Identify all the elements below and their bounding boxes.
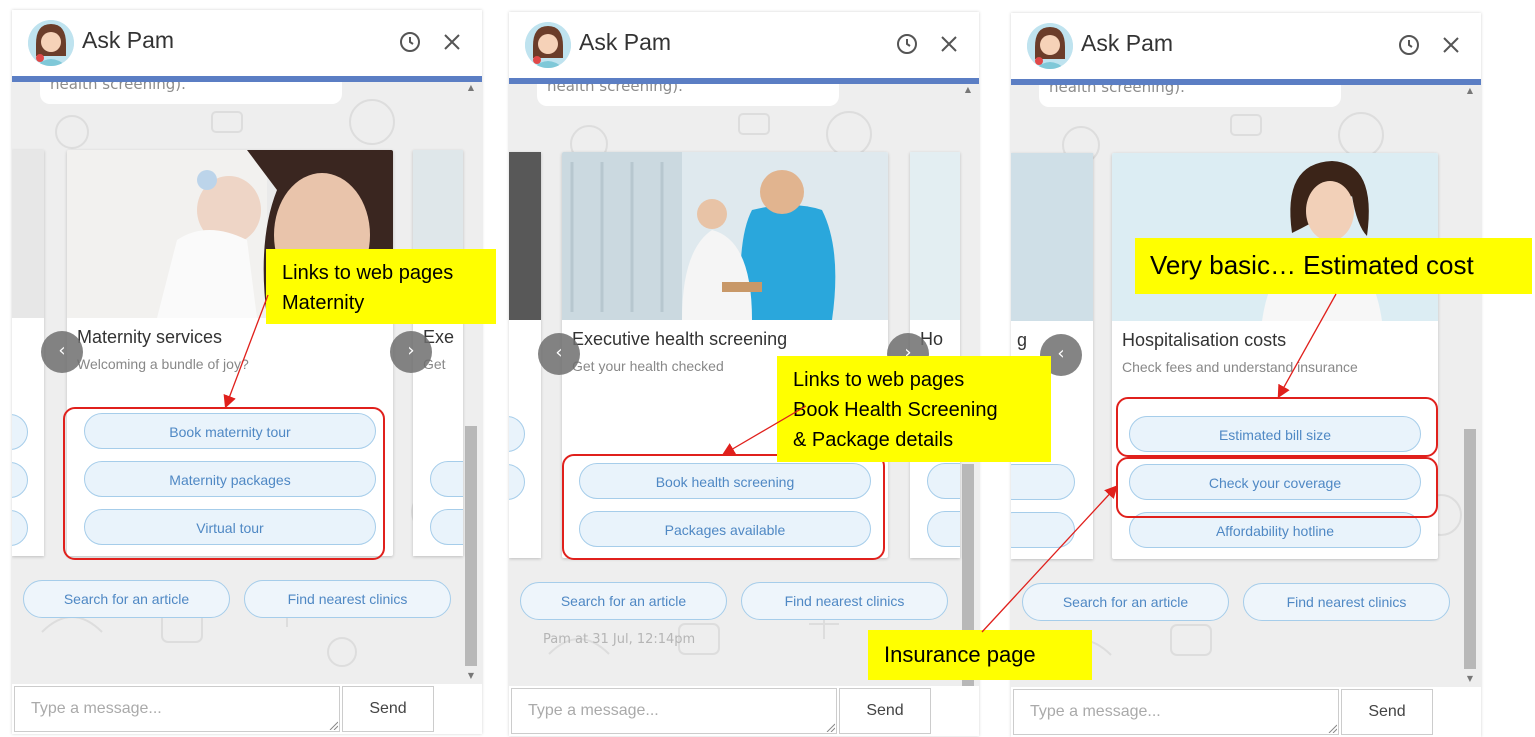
annotation-line: Very basic… Estimated cost bbox=[1150, 250, 1474, 280]
avatar bbox=[28, 20, 74, 66]
send-button[interactable]: Send bbox=[342, 686, 434, 732]
scroll-down-arrow[interactable]: ▼ bbox=[464, 670, 478, 682]
scroll-up-arrow[interactable]: ▲ bbox=[464, 82, 478, 94]
annotation-line: Book Health Screening bbox=[793, 399, 998, 421]
message-composer: Send bbox=[1011, 687, 1481, 737]
clock-icon[interactable] bbox=[895, 32, 919, 56]
scroll-up-arrow[interactable]: ▲ bbox=[961, 84, 975, 96]
highlight-box-estimated-bill bbox=[1116, 397, 1438, 457]
search-article-button[interactable]: Search for an article bbox=[23, 580, 230, 618]
card-subtitle: Welcoming a bundle of joy? bbox=[77, 356, 249, 372]
card-subtitle: Get your health checked bbox=[572, 358, 724, 374]
chat-panel-1: Ask Pam health screening). ▲ ▼ Maternity… bbox=[12, 10, 482, 734]
previous-card-button[interactable] bbox=[509, 416, 525, 452]
previous-card-button[interactable] bbox=[1011, 512, 1075, 548]
scrollbar[interactable]: ▲ ▼ bbox=[464, 82, 478, 682]
carousel-prev-button[interactable]: ‹ bbox=[538, 333, 580, 375]
resize-handle-icon[interactable] bbox=[825, 722, 835, 732]
next-card-button[interactable] bbox=[430, 509, 463, 545]
search-article-button[interactable]: Search for an article bbox=[520, 582, 727, 620]
previous-card bbox=[12, 150, 44, 556]
highlight-box-screening-buttons bbox=[562, 454, 885, 560]
previous-card-button[interactable] bbox=[12, 462, 28, 498]
annotation-estimated-cost: Very basic… Estimated cost bbox=[1135, 238, 1532, 294]
scrollbar[interactable]: ▲ ▼ bbox=[1463, 85, 1477, 685]
close-icon[interactable] bbox=[440, 30, 464, 54]
avatar bbox=[525, 22, 571, 68]
message-input[interactable] bbox=[511, 688, 837, 734]
chat-title: Ask Pam bbox=[579, 29, 672, 55]
chat-header: Ask Pam bbox=[509, 12, 979, 84]
avatar bbox=[1027, 23, 1073, 69]
find-clinics-button[interactable]: Find nearest clinics bbox=[1243, 583, 1450, 621]
chat-header: Ask Pam bbox=[1011, 13, 1481, 85]
message-composer: Send bbox=[12, 684, 482, 734]
annotation-line: & Package details bbox=[793, 429, 954, 451]
chat-panel-3: Ask Pam health screening). ▲ ▼ g Hospita… bbox=[1011, 13, 1481, 737]
card-subtitle: Check fees and understand insurance bbox=[1122, 359, 1358, 375]
previous-card-button[interactable] bbox=[12, 510, 28, 546]
message-timestamp: Pam at 31 Jul, 12:14pm bbox=[543, 632, 696, 647]
previous-card-button[interactable] bbox=[1011, 464, 1075, 500]
find-clinics-button[interactable]: Find nearest clinics bbox=[244, 580, 451, 618]
previous-card bbox=[509, 152, 541, 558]
chat-title: Ask Pam bbox=[1081, 30, 1174, 56]
previous-card-button[interactable] bbox=[12, 414, 28, 450]
card-title: Executive health screening bbox=[572, 329, 788, 349]
card-image bbox=[1112, 153, 1438, 321]
clock-icon[interactable] bbox=[398, 30, 422, 54]
resize-handle-icon[interactable] bbox=[1327, 723, 1337, 733]
annotation-screening-links: Links to web pages Book Health Screening… bbox=[777, 356, 1051, 462]
card-image bbox=[562, 152, 888, 320]
message-input[interactable] bbox=[1013, 689, 1339, 735]
scrollbar-thumb[interactable] bbox=[465, 426, 477, 666]
annotation-maternity-links: Links to web pages Maternity bbox=[266, 249, 496, 324]
previous-card-title: g bbox=[1017, 330, 1028, 350]
scroll-up-arrow[interactable]: ▲ bbox=[1463, 85, 1477, 97]
annotation-line: Maternity bbox=[282, 292, 365, 314]
send-button[interactable]: Send bbox=[839, 688, 931, 734]
card-title: Hospitalisation costs bbox=[1122, 330, 1287, 350]
previous-card-button[interactable] bbox=[509, 464, 525, 500]
next-card-button[interactable] bbox=[927, 463, 960, 499]
resize-handle-icon[interactable] bbox=[328, 720, 338, 730]
chat-title: Ask Pam bbox=[82, 27, 175, 53]
clock-icon[interactable] bbox=[1397, 33, 1421, 57]
scroll-down-arrow[interactable]: ▼ bbox=[1463, 673, 1477, 685]
carousel-next-button[interactable]: › bbox=[390, 331, 432, 373]
send-button[interactable]: Send bbox=[1341, 689, 1433, 735]
message-composer: Send bbox=[509, 686, 979, 736]
close-icon[interactable] bbox=[1439, 33, 1463, 57]
carousel-prev-button[interactable]: ‹ bbox=[41, 331, 83, 373]
annotation-line: Insurance page bbox=[884, 642, 1036, 667]
next-card-button[interactable] bbox=[927, 511, 960, 547]
find-clinics-button[interactable]: Find nearest clinics bbox=[741, 582, 948, 620]
message-input[interactable] bbox=[14, 686, 340, 732]
scrollbar-thumb[interactable] bbox=[1464, 429, 1476, 669]
close-icon[interactable] bbox=[937, 32, 961, 56]
card-title: Maternity services bbox=[77, 327, 223, 347]
next-card-button[interactable] bbox=[430, 461, 463, 497]
chat-header: Ask Pam bbox=[12, 10, 482, 82]
annotation-insurance: Insurance page bbox=[868, 630, 1092, 680]
search-article-button[interactable]: Search for an article bbox=[1022, 583, 1229, 621]
annotation-line: Links to web pages bbox=[282, 262, 454, 284]
highlight-box-maternity-buttons bbox=[63, 407, 385, 560]
highlight-box-check-coverage bbox=[1116, 457, 1438, 518]
annotation-line: Links to web pages bbox=[793, 369, 965, 391]
